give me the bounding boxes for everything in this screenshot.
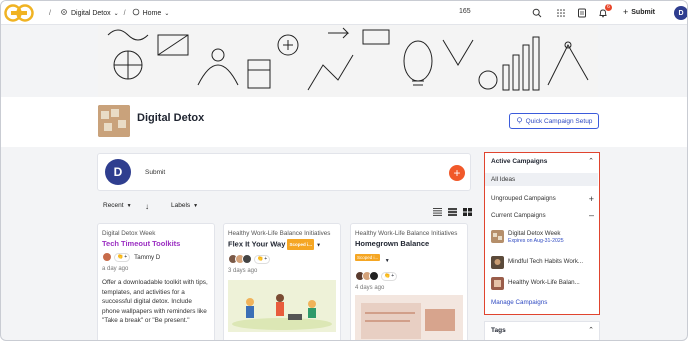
chevron-down-icon[interactable]: ▼ xyxy=(316,242,321,248)
reactions-badge[interactable]: 👏 + xyxy=(381,271,398,281)
submit-idea-placeholder[interactable]: Submit xyxy=(145,169,165,176)
idea-badge-row: Scoped i... ▼ xyxy=(355,249,463,267)
campaign-thumbnail xyxy=(491,277,504,290)
idea-illustration xyxy=(228,280,336,333)
workspace-selector[interactable]: Digital Detox xyxy=(71,10,111,17)
tags-panel: Tags ⌃ xyxy=(484,321,600,340)
add-idea-button[interactable]: + xyxy=(449,165,465,181)
idea-campaign: Healthy Work-Life Balance Initiatives xyxy=(355,230,458,237)
campaign-item[interactable]: Mindful Tech Habits Work... xyxy=(491,256,583,269)
idea-card[interactable]: Healthy Work-Life Balance Initiatives Ho… xyxy=(350,223,468,340)
avatar xyxy=(242,254,252,265)
reactions-badge[interactable]: 👏 + xyxy=(254,254,271,264)
status-badge: Scoped i... xyxy=(287,239,314,250)
submit-idea-box[interactable]: D Submit + xyxy=(97,153,471,191)
all-ideas-item[interactable]: All Ideas xyxy=(485,173,598,186)
campaign-expiry: Expires on Aug-31-2025 xyxy=(508,238,564,244)
app-logo[interactable] xyxy=(4,3,34,23)
idea-description: Offer a downloadable toolkit with tips, … xyxy=(102,279,208,324)
chevron-down-icon[interactable]: ⌄ xyxy=(114,10,119,17)
arrow-down-icon: ↓ xyxy=(145,202,149,211)
campaign-text: Digital Detox Week Expires on Aug-31-202… xyxy=(508,230,564,245)
current-campaigns-item[interactable]: Current Campaigns xyxy=(485,212,598,219)
idea-title-row: Flex It Your Way Scoped i... ▼ xyxy=(228,239,336,250)
campaign-item[interactable]: Healthy Work-Life Balan... xyxy=(491,277,580,290)
breadcrumb: / Digital Detox ⌄ / Home ⌄ xyxy=(49,8,169,18)
user-avatar: D xyxy=(105,159,131,185)
chevron-down-icon: ▼ xyxy=(193,202,199,209)
idea-illustration xyxy=(355,295,463,340)
quick-campaign-setup-button[interactable]: Quick Campaign Setup xyxy=(509,113,599,129)
sort-recent-dropdown[interactable]: Recent ▼ xyxy=(103,202,132,209)
notification-badge: 6 xyxy=(605,4,612,11)
home-selector[interactable]: Home xyxy=(143,10,162,17)
status-badge: Scoped i... xyxy=(355,254,381,262)
chevron-up-icon[interactable]: ⌃ xyxy=(588,157,594,165)
manage-campaigns-link[interactable]: Manage Campaigns xyxy=(491,299,547,306)
plus-icon[interactable]: + xyxy=(589,194,594,204)
user-avatar[interactable]: D xyxy=(674,6,687,20)
tags-heading[interactable]: Tags xyxy=(491,327,506,334)
community-thumbnail xyxy=(98,105,130,137)
idea-contributors: 👏 + xyxy=(355,270,463,282)
lightbulb-icon xyxy=(516,116,523,126)
chevron-down-icon[interactable]: ▼ xyxy=(385,258,390,264)
idea-time: 4 days ago xyxy=(355,285,385,291)
plus-icon: + xyxy=(623,7,629,17)
reactions-badge[interactable]: 👏 + xyxy=(114,252,131,262)
idea-card[interactable]: Healthy Work-Life Balance Initiatives Fl… xyxy=(223,223,341,340)
idea-title[interactable]: Tech Timeout Toolkits xyxy=(102,239,210,248)
quick-campaign-setup-label: Quick Campaign Setup xyxy=(525,117,593,125)
banner-doodle-image xyxy=(98,25,598,97)
labels-label: Labels xyxy=(171,202,191,209)
submit-button-label: Submit xyxy=(631,8,655,16)
idea-time: a day ago xyxy=(102,266,129,272)
workspace-icon xyxy=(60,8,68,18)
community-banner xyxy=(98,25,598,97)
breadcrumb-separator: / xyxy=(123,9,126,17)
campaign-item[interactable]: Digital Detox Week Expires on Aug-31-202… xyxy=(491,230,564,245)
avatar xyxy=(369,271,379,281)
app-window: / Digital Detox ⌄ / Home ⌄ 165 6 + Submi… xyxy=(0,0,688,341)
grid-view-icon[interactable] xyxy=(463,203,472,221)
ungrouped-campaigns-item[interactable]: Ungrouped Campaigns xyxy=(485,195,598,202)
submit-button[interactable]: + Submit xyxy=(623,7,655,17)
avatar xyxy=(102,252,112,262)
campaign-name: Digital Detox Week xyxy=(508,230,561,237)
list-view-icon[interactable] xyxy=(433,203,442,221)
top-bar: / Digital Detox ⌄ / Home ⌄ 165 6 + Submi… xyxy=(1,1,687,25)
view-toggle xyxy=(433,203,472,221)
sort-recent-label: Recent xyxy=(103,202,124,209)
breadcrumb-separator: / xyxy=(49,9,51,17)
search-icon[interactable] xyxy=(530,6,544,20)
chevron-down-icon[interactable]: ⌄ xyxy=(164,10,169,17)
sort-direction-button[interactable]: ↓ xyxy=(145,202,149,211)
campaign-thumbnail xyxy=(491,230,504,243)
idea-time: 3 days ago xyxy=(228,268,258,275)
bell-icon[interactable]: 6 xyxy=(596,4,612,20)
idea-contributors: 👏 + Tammy D xyxy=(102,251,210,263)
home-icon xyxy=(132,8,140,18)
campaign-name: Healthy Work-Life Balan... xyxy=(508,279,580,286)
campaign-thumbnail xyxy=(491,256,504,269)
labels-dropdown[interactable]: Labels ▼ xyxy=(171,202,198,209)
idea-campaign: Healthy Work-Life Balance Initiatives xyxy=(228,230,331,237)
active-campaigns-heading[interactable]: Active Campaigns xyxy=(491,158,547,165)
idea-title[interactable]: Flex It Your Way xyxy=(228,239,285,248)
idea-campaign: Digital Detox Week xyxy=(102,230,156,237)
chevron-up-icon[interactable]: ⌃ xyxy=(588,326,594,334)
campaigns-panel: Active Campaigns ⌃ All Ideas Ungrouped C… xyxy=(484,152,600,315)
chevron-down-icon: ▼ xyxy=(126,202,132,209)
campaign-name: Mindful Tech Habits Work... xyxy=(508,258,584,265)
page-title: Digital Detox xyxy=(137,112,205,124)
apps-grid-icon[interactable] xyxy=(554,6,568,20)
idea-contributors: 👏 + xyxy=(228,253,336,265)
document-icon[interactable] xyxy=(575,6,589,20)
idea-title[interactable]: Homegrown Balance xyxy=(355,239,463,248)
minus-icon[interactable]: – xyxy=(589,210,594,220)
idea-author[interactable]: Tammy D xyxy=(134,254,160,261)
idea-card[interactable]: Digital Detox Week Tech Timeout Toolkits… xyxy=(97,223,215,340)
compact-view-icon[interactable] xyxy=(448,203,457,221)
idea-count: 165 xyxy=(459,8,471,15)
